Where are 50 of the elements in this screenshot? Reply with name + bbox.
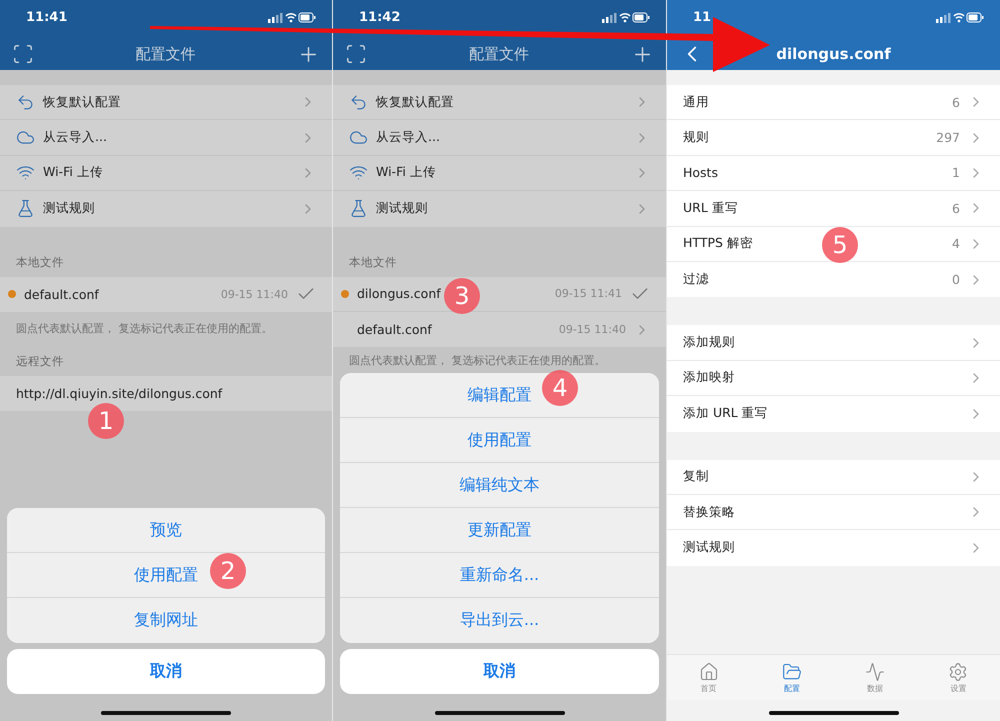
status-time: 11:42 <box>359 10 400 25</box>
file-row[interactable]: default.conf 09-15 11:40 <box>0 276 332 312</box>
flask-icon <box>349 199 368 218</box>
pulse-icon <box>865 662 886 682</box>
menu-row[interactable]: Wi-Fi 上传 <box>333 156 666 192</box>
status-time: 11 <box>693 10 712 25</box>
nav-title: dilongus.conf <box>776 45 891 63</box>
note-text: 圆点代表默认配置， 复选标记代表正在使用的配置。 <box>349 352 606 368</box>
settings-row[interactable]: 测试规则 <box>667 530 1000 566</box>
settings-icon <box>948 662 968 682</box>
menu-row[interactable]: 恢复默认配置 <box>0 85 332 120</box>
menu-row[interactable]: 测试规则 <box>0 191 332 227</box>
section-heading: 远程文件 <box>16 354 64 369</box>
note-text: 圆点代表默认配置， 复选标记代表正在使用的配置。 <box>16 321 272 336</box>
settings-row[interactable]: 规则 297 <box>667 120 1000 156</box>
flask-icon <box>16 199 35 218</box>
menu-row[interactable]: 测试规则 <box>333 191 666 227</box>
settings-row[interactable]: 添加 URL 重写 <box>667 396 1000 432</box>
menu-row[interactable]: 从云导入... <box>0 120 332 156</box>
section-heading: 本地文件 <box>16 254 64 270</box>
nav-title: 配置文件 <box>136 44 196 64</box>
settings-row[interactable]: 添加映射 <box>667 360 1000 396</box>
cancel-button[interactable]: 取消 <box>7 649 325 694</box>
settings-row[interactable]: 替换策略 <box>667 494 1000 530</box>
nav-title: 配置文件 <box>469 44 529 64</box>
settings-row[interactable]: Hosts 1 <box>667 156 1000 192</box>
reply-arrow-icon <box>16 92 35 112</box>
house-icon <box>698 662 719 682</box>
file-row[interactable]: default.conf 09-15 11:40 <box>333 312 666 348</box>
settings-row[interactable]: 添加规则 <box>667 325 1000 361</box>
settings-row[interactable]: URL 重写 6 <box>667 191 1000 227</box>
status-icons <box>602 12 650 23</box>
settings-row[interactable]: 通用 6 <box>667 85 1000 120</box>
menu-row[interactable]: 从云导入... <box>333 120 666 156</box>
status-icons <box>268 12 316 23</box>
settings-row[interactable]: 过滤 0 <box>667 262 1000 298</box>
folder-icon <box>782 662 802 682</box>
status-icons <box>936 12 984 23</box>
tab[interactable]: 配置 <box>750 655 834 700</box>
reply-arrow-icon <box>349 92 368 112</box>
sheet-action[interactable]: 预览 <box>7 508 325 553</box>
cancel-button[interactable]: 取消 <box>340 649 659 694</box>
status-time: 11:41 <box>26 10 68 25</box>
settings-row[interactable]: 复制 <box>667 460 1000 495</box>
scan-icon[interactable] <box>345 43 367 65</box>
scan-icon[interactable] <box>12 43 34 65</box>
menu-row[interactable]: 恢复默认配置 <box>333 85 666 120</box>
url-row[interactable]: http://dl.qiuyin.site/dilongus.conf <box>0 376 332 412</box>
section-heading: 本地文件 <box>349 254 397 270</box>
menu-row[interactable]: Wi-Fi 上传 <box>0 156 332 192</box>
